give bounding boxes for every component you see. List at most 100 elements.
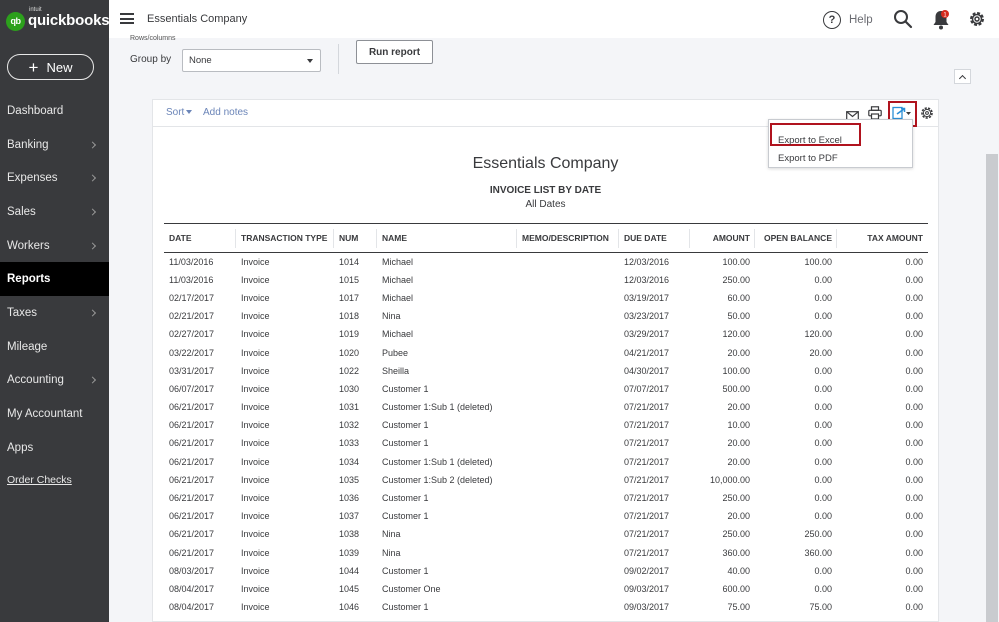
table-row[interactable]: 03/31/2017 Invoice 1022 Sheilla 04/30/2017 10… bbox=[164, 362, 928, 380]
sidebar-item-sales[interactable]: Sales bbox=[0, 195, 109, 229]
sidebar-item-apps[interactable]: Apps bbox=[0, 431, 109, 465]
sidebar-item-workers[interactable]: Workers bbox=[0, 229, 109, 263]
cell-memo-description bbox=[517, 362, 619, 380]
table-row[interactable]: 06/21/2017 Invoice 1039 Nina 07/21/2017 360.0… bbox=[164, 544, 928, 562]
cell-transaction-type: Invoice bbox=[241, 565, 270, 576]
table-row[interactable]: 02/21/2017 Invoice 1018 Nina 03/23/2017 50.00… bbox=[164, 307, 928, 325]
cell-due-date: 07/21/2017 bbox=[624, 438, 670, 449]
table-row[interactable]: 11/03/2016 Invoice 1014 Michael 12/03/2016 10… bbox=[164, 253, 928, 271]
cell-transaction-type: Invoice bbox=[241, 547, 270, 558]
column-header-label: NUM bbox=[339, 233, 359, 243]
column-header-amount[interactable]: AMOUNT bbox=[690, 223, 755, 253]
run-report-button[interactable]: Run report bbox=[356, 40, 433, 64]
export-to-pdf-option[interactable]: Export to PDF bbox=[778, 153, 838, 164]
cell-memo-description bbox=[517, 434, 619, 452]
sidebar-item-mileage[interactable]: Mileage bbox=[0, 330, 109, 364]
chevron-up-icon bbox=[958, 74, 967, 82]
cell-transaction-type: Invoice bbox=[241, 511, 270, 522]
column-header-label: TRANSACTION TYPE bbox=[241, 233, 328, 243]
report-date-range: All Dates bbox=[525, 199, 566, 210]
cell-amount: 250.00 bbox=[722, 493, 750, 504]
group-by-select[interactable]: None bbox=[182, 49, 321, 72]
column-header-due-date[interactable]: DUE DATE bbox=[619, 223, 690, 253]
cell-name: Sheilla bbox=[382, 365, 410, 376]
logo-name-text: quickbooks bbox=[28, 12, 110, 29]
cell-transaction-type: Invoice bbox=[241, 365, 270, 376]
cell-memo-description bbox=[517, 416, 619, 434]
table-row[interactable]: 03/22/2017 Invoice 1020 Pubee 04/21/2017 20.0… bbox=[164, 343, 928, 361]
cell-date: 11/03/2016 bbox=[169, 274, 214, 285]
table-row[interactable]: 06/21/2017 Invoice 1033 Customer 1 07/21/201… bbox=[164, 434, 928, 452]
table-row[interactable]: 06/21/2017 Invoice 1031 Customer 1:Sub 1 (d… bbox=[164, 398, 928, 416]
menu-icon[interactable] bbox=[120, 13, 134, 24]
search-icon[interactable] bbox=[893, 9, 913, 34]
cell-due-date: 12/03/2016 bbox=[624, 256, 670, 267]
sidebar-item-expenses[interactable]: Expenses bbox=[0, 161, 109, 195]
table-row[interactable]: 06/21/2017 Invoice 1034 Customer 1:Sub 1 (d… bbox=[164, 453, 928, 471]
cell-memo-description bbox=[517, 271, 619, 289]
cell-date: 03/31/2017 bbox=[169, 365, 215, 376]
column-header-tax-amount[interactable]: TAX AMOUNT bbox=[837, 223, 928, 253]
order-checks-link[interactable]: Order Checks bbox=[7, 474, 72, 486]
cell-num: 1039 bbox=[339, 547, 360, 558]
cell-transaction-type: Invoice bbox=[241, 274, 270, 285]
sidebar-item-reports[interactable]: Reports bbox=[0, 262, 109, 297]
cell-amount: 20.00 bbox=[727, 511, 750, 522]
export-to-excel-option[interactable]: Export to Excel bbox=[778, 135, 842, 146]
table-row[interactable]: 11/03/2016 Invoice 1015 Michael 12/03/2016 25… bbox=[164, 271, 928, 289]
cell-date: 03/22/2017 bbox=[169, 347, 215, 358]
column-header-num[interactable]: NUM bbox=[334, 223, 377, 253]
table-row[interactable]: 06/21/2017 Invoice 1037 Customer 1 07/21/201… bbox=[164, 507, 928, 525]
sidebar-item-accounting[interactable]: Accounting bbox=[0, 364, 109, 398]
table-row[interactable]: 06/21/2017 Invoice 1038 Nina 07/21/2017 250.0… bbox=[164, 525, 928, 543]
sidebar-item-dashboard[interactable]: Dashboard bbox=[0, 94, 109, 128]
table-row[interactable]: 02/17/2017 Invoice 1017 Michael 03/19/2017 60… bbox=[164, 289, 928, 307]
group-by-label: Group by bbox=[130, 54, 172, 65]
column-header-label: DUE DATE bbox=[624, 233, 667, 243]
quickbooks-logo[interactable]: qb intuit quickbooks bbox=[6, 7, 110, 33]
cell-due-date: 07/07/2017 bbox=[624, 383, 670, 394]
cell-name: Customer 1 bbox=[382, 602, 429, 613]
column-header-memo-description[interactable]: MEMO/DESCRIPTION bbox=[517, 223, 619, 253]
gear-icon[interactable] bbox=[967, 9, 987, 34]
scrollbar[interactable] bbox=[986, 154, 998, 622]
table-row[interactable]: 08/03/2017 Invoice 1044 Customer 1 09/02/201… bbox=[164, 562, 928, 580]
cell-memo-description bbox=[517, 562, 619, 580]
help-button[interactable]: ? Help bbox=[823, 11, 873, 29]
sort-button[interactable]: Sort bbox=[166, 107, 193, 118]
column-header-label: MEMO/DESCRIPTION bbox=[522, 233, 609, 243]
column-header-date[interactable]: DATE bbox=[164, 223, 236, 253]
cell-num: 1034 bbox=[339, 456, 360, 467]
table-row[interactable]: 06/21/2017 Invoice 1032 Customer 1 07/21/201… bbox=[164, 416, 928, 434]
cell-open-balance: 0.00 bbox=[814, 583, 832, 594]
table-row[interactable]: 08/04/2017 Invoice 1046 Customer 1 09/03/201… bbox=[164, 598, 928, 616]
cell-memo-description bbox=[517, 471, 619, 489]
column-header-transaction-type[interactable]: TRANSACTION TYPE bbox=[236, 223, 334, 253]
table-row[interactable]: 02/27/2017 Invoice 1019 Michael 03/29/2017 12… bbox=[164, 325, 928, 343]
cell-name: Nina bbox=[382, 529, 401, 540]
add-notes-link[interactable]: Add notes bbox=[203, 107, 248, 118]
cell-num: 1015 bbox=[339, 274, 360, 285]
new-button[interactable]: + New bbox=[7, 54, 94, 80]
sidebar-item-taxes[interactable]: Taxes bbox=[0, 296, 109, 330]
notification-bell-icon[interactable]: 1 bbox=[931, 9, 951, 36]
column-header-name[interactable]: NAME bbox=[377, 223, 517, 253]
settings-icon[interactable] bbox=[920, 106, 934, 125]
table-row[interactable]: 08/04/2017 Invoice 1045 Customer One 09/03/2… bbox=[164, 580, 928, 598]
cell-amount: 50.00 bbox=[727, 311, 750, 322]
sidebar-item-label: Dashboard bbox=[7, 104, 64, 117]
cell-amount: 500.00 bbox=[722, 383, 750, 394]
chevron-down-icon bbox=[307, 59, 313, 63]
column-header-open-balance[interactable]: OPEN BALANCE bbox=[755, 223, 837, 253]
cell-amount: 600.00 bbox=[722, 583, 750, 594]
table-row[interactable]: 06/07/2017 Invoice 1030 Customer 1 07/07/201… bbox=[164, 380, 928, 398]
sidebar-item-my-accountant[interactable]: My Accountant bbox=[0, 397, 109, 431]
table-row[interactable]: 06/21/2017 Invoice 1036 Customer 1 07/21/201… bbox=[164, 489, 928, 507]
sidebar-item-banking[interactable]: Banking bbox=[0, 128, 109, 162]
collapse-button[interactable] bbox=[954, 69, 971, 84]
table-row[interactable]: 06/21/2017 Invoice 1035 Customer 1:Sub 2 (d… bbox=[164, 471, 928, 489]
cell-memo-description bbox=[517, 507, 619, 525]
cell-tax-amount: 0.00 bbox=[905, 274, 923, 285]
cell-memo-description bbox=[517, 580, 619, 598]
new-button-label: New bbox=[46, 59, 73, 75]
